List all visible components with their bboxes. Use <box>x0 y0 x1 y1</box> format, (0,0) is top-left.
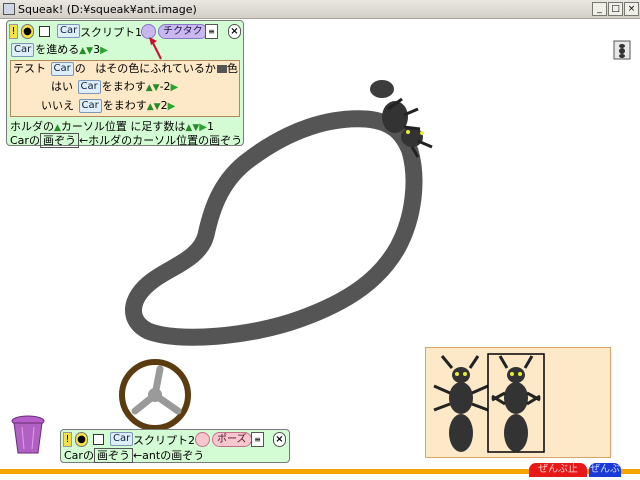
trash-can-icon[interactable] <box>11 415 45 454</box>
yes-value[interactable]: -2 <box>160 80 171 93</box>
image-of-picture: の画ぞう <box>198 134 243 147</box>
script2-image-arrow[interactable]: ← <box>133 449 142 462</box>
holder-extend-icon[interactable]: ▶ <box>199 122 207 133</box>
image-cursor: カーソル位置 <box>132 134 199 147</box>
no-value[interactable]: 2 <box>161 99 168 112</box>
bang-button[interactable]: ! <box>9 24 18 39</box>
no-extend-icon[interactable]: ▶ <box>168 101 176 112</box>
close-window-button[interactable]: × <box>624 2 639 16</box>
holder-prefix: ホルダの <box>10 120 54 133</box>
script2-close-icon[interactable]: × <box>273 432 286 447</box>
ant-track <box>125 110 423 346</box>
script2-image-of: の <box>82 449 94 462</box>
go-all-button[interactable]: ぜんぶ <box>589 463 621 477</box>
script2-clock-icon[interactable] <box>195 432 210 447</box>
holder-value-arrows-icon[interactable]: ▲▼ <box>185 123 199 133</box>
image-of: の <box>28 134 40 147</box>
ant-thumbnail-icon[interactable] <box>613 40 631 60</box>
script2-name[interactable]: スクリプト2 <box>133 432 195 448</box>
yes-car-chip[interactable]: Car <box>77 80 101 94</box>
red-arrow-annotation <box>149 37 162 60</box>
stop-all-button[interactable]: ぜんぶ止 <box>529 463 587 477</box>
script2-run-once-icon[interactable]: ● <box>75 432 88 447</box>
ant-image-holder[interactable] <box>425 347 611 458</box>
window-title-bar: Squeak! (D:¥squeak¥ant.image) _ □ × <box>0 0 640 19</box>
menu-icon[interactable]: ≡ <box>205 24 218 39</box>
image-assign-tile[interactable]: Carの 画ぞう ←ホルダのカーソル位置の画ぞう <box>10 133 242 148</box>
test-color-label: 色 <box>226 62 238 75</box>
image-car[interactable]: Car <box>10 134 29 147</box>
script2-image-tile[interactable]: Carの 画ぞう ←antの画ぞう <box>64 448 204 463</box>
holder-value[interactable]: 1 <box>207 120 214 133</box>
test-condition: はその色にふれているか <box>95 62 216 75</box>
test-label: テスト <box>13 62 46 75</box>
test-row: テスト Car の はその色にふれているか色 <box>13 61 238 76</box>
script1-header: ! ● Car スクリプト1 チクタク ≡ × <box>7 21 243 41</box>
forward-tile[interactable]: Car を進める▲▼3▶ <box>10 42 108 59</box>
script2-car-chip[interactable]: Car <box>110 432 134 446</box>
forward-verb: を進める <box>35 43 80 56</box>
script2-image-car[interactable]: Car <box>64 449 83 462</box>
script2-panel[interactable]: ! ● Car スクリプト2 ポーズ ≡ × Carの 画ぞう ←antの画ぞう <box>60 429 290 463</box>
script2-bang-button[interactable]: ! <box>63 432 72 447</box>
yes-label: はい <box>51 80 73 93</box>
yes-verb: をまわす <box>101 80 146 93</box>
script1-car-chip[interactable]: Car <box>57 24 81 38</box>
yes-row: はい Car をまわす▲▼-2▶ <box>51 79 178 96</box>
test-of: の <box>74 62 86 75</box>
script2-image-slot[interactable]: 画ぞう <box>93 448 133 463</box>
no-label: いいえ <box>41 99 74 112</box>
maximize-button[interactable]: □ <box>608 2 623 16</box>
checkbox-icon[interactable] <box>39 26 50 37</box>
yes-arrows-icon[interactable]: ▲▼ <box>146 83 160 93</box>
close-script-icon[interactable]: × <box>228 24 241 39</box>
window-title: Squeak! (D:¥squeak¥ant.image) <box>18 3 197 16</box>
ant-pose-1[interactable] <box>433 355 489 452</box>
minimize-button[interactable]: _ <box>592 2 607 16</box>
script2-ant-ref: ant <box>142 449 161 462</box>
holder-suffix: に足す数は <box>130 120 186 133</box>
holder-arrows-icon[interactable]: ▲ <box>54 123 61 133</box>
no-row: いいえ Car をまわす▲▼2▶ <box>41 98 175 115</box>
color-swatch[interactable] <box>216 65 227 73</box>
test-car-chip[interactable]: Car <box>50 62 74 76</box>
forward-extend-icon[interactable]: ▶ <box>100 45 108 56</box>
script1-name[interactable]: スクリプト1 <box>80 24 142 40</box>
yes-extend-icon[interactable]: ▶ <box>171 82 179 93</box>
no-car-chip[interactable]: Car <box>78 99 102 113</box>
image-holder: ホルダの <box>88 134 133 147</box>
forward-arrows-icon[interactable]: ▲▼ <box>79 46 93 56</box>
no-verb: をまわす <box>102 99 147 112</box>
steering-wheel[interactable] <box>119 359 191 431</box>
image-slot[interactable]: 画ぞう <box>39 133 79 148</box>
ant-pose-2[interactable] <box>491 355 541 452</box>
holder-middle: カーソル位置 <box>60 120 127 133</box>
squeak-app-icon <box>3 3 15 15</box>
test-block[interactable]: テスト Car の はその色にふれているか色 はい Car をまわす▲▼-2▶ いい… <box>10 60 240 117</box>
script2-image-picture: の画ぞう <box>160 449 205 462</box>
ant-holder-images <box>433 353 545 453</box>
script1-panel[interactable]: ! ● Car スクリプト1 チクタク ≡ × Car を進める▲▼3▶ テスト … <box>6 20 244 148</box>
no-arrows-icon[interactable]: ▲▼ <box>147 102 161 112</box>
script2-pause-button[interactable]: ポーズ <box>212 432 252 447</box>
script2-menu-icon[interactable]: ≡ <box>251 432 264 447</box>
image-arrow[interactable]: ← <box>79 134 88 147</box>
forward-car-chip[interactable]: Car <box>11 43 35 57</box>
run-once-icon[interactable]: ● <box>21 24 34 39</box>
script2-checkbox-icon[interactable] <box>93 434 104 445</box>
